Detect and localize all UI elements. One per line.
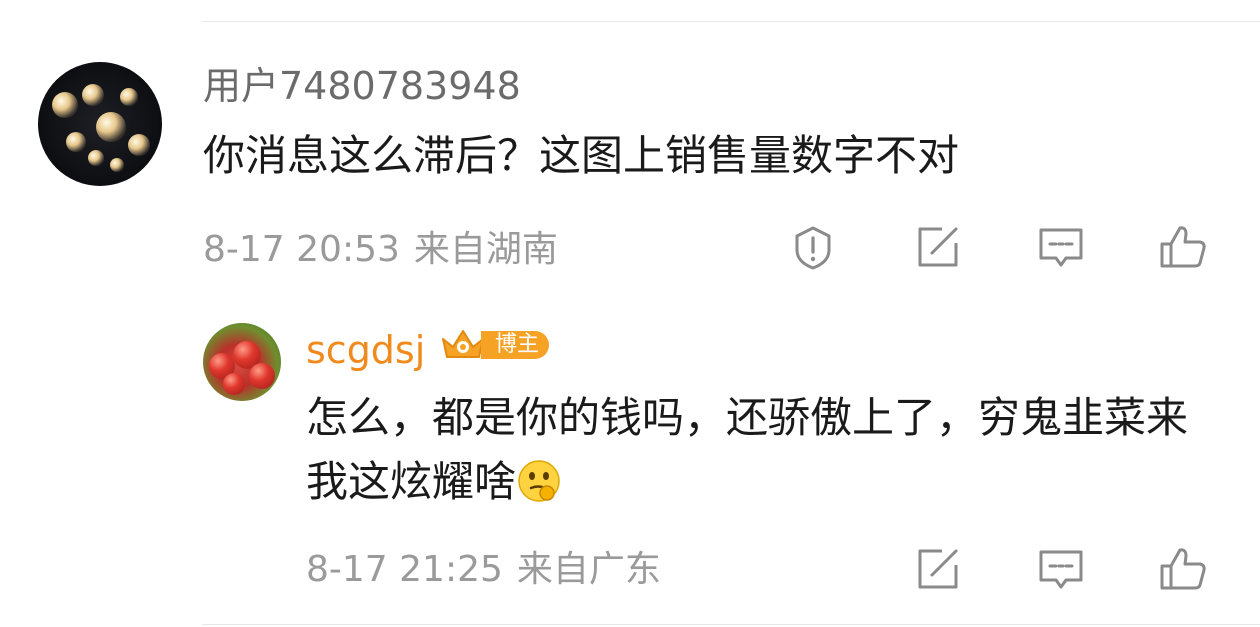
exclamation-shield-icon	[795, 226, 831, 270]
top-divider	[202, 21, 1260, 22]
user-avatar[interactable]	[38, 62, 162, 186]
share-button[interactable]	[910, 220, 964, 274]
badge-label: 博主	[481, 331, 549, 359]
like-button[interactable]	[1156, 220, 1210, 274]
reply-share-button[interactable]	[910, 542, 964, 596]
comment-meta: 8-17 20:53 来自湖南	[203, 230, 558, 270]
report-button[interactable]	[786, 220, 840, 274]
reply-time: 8-17 21:25	[306, 549, 503, 590]
thumbs-up-icon	[1160, 226, 1206, 268]
reply-button[interactable]	[1034, 220, 1088, 274]
reply-comment-button[interactable]	[1034, 542, 1088, 596]
share-edit-icon	[918, 549, 958, 589]
share-edit-icon	[918, 227, 958, 267]
author-username[interactable]: scgdsj	[306, 330, 425, 370]
comment-icon	[1039, 550, 1083, 589]
reply-text-content: 怎么，都是你的钱吗，还骄傲上了，穷鬼韭菜来我这炫耀啥	[306, 393, 1189, 506]
reply-like-button[interactable]	[1156, 542, 1210, 596]
comment-time: 8-17 20:53	[203, 229, 400, 270]
reply-text: 怎么，都是你的钱吗，还骄傲上了，穷鬼韭菜来我这炫耀啥	[306, 386, 1206, 514]
blogger-badge: 博主	[437, 327, 549, 363]
author-avatar[interactable]	[203, 323, 281, 401]
reply-meta: 8-17 21:25 来自广东	[306, 550, 661, 590]
thumbs-up-icon	[1160, 548, 1206, 590]
comment-location: 来自湖南	[413, 229, 558, 270]
thinking-face-emoji	[518, 460, 560, 502]
comment-thread: 用户7480783948 你消息这么滞后？这图上销售量数字不对 8-17 20:…	[0, 0, 1260, 627]
comment-username[interactable]: 用户7480783948	[203, 66, 521, 106]
reply-location: 来自广东	[516, 549, 661, 590]
bottom-divider	[202, 624, 1260, 625]
comment-text: 你消息这么滞后？这图上销售量数字不对	[203, 131, 960, 180]
comment-icon	[1039, 228, 1083, 267]
